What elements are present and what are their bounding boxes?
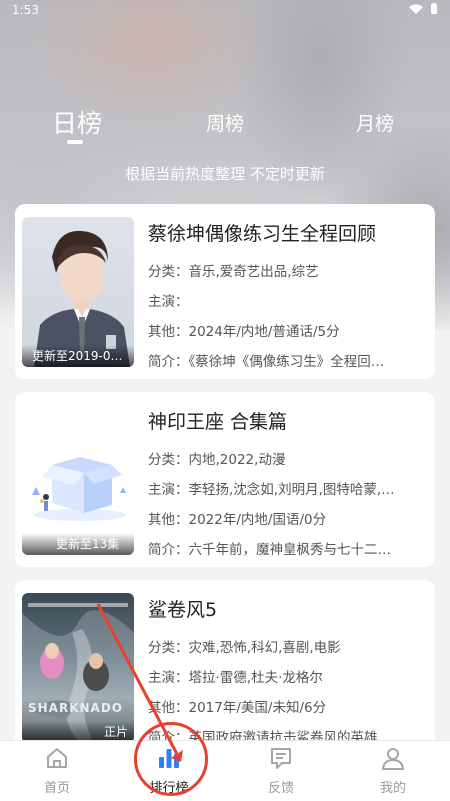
status-bar: 1:53 (0, 0, 450, 22)
poster-caption: 更新至2019-0… (22, 345, 134, 367)
item-info: 鲨卷风5 分类：灾难,恐怖,科幻,喜剧,电影 主演：塔拉·雷德,杜夫·龙格尔 其… (148, 595, 423, 744)
item-category: 分类：内地,2022,动漫 (148, 452, 286, 466)
tab-ranking-label: 排行榜 (149, 781, 189, 796)
poster-logo-text: SHARKNADO (28, 701, 124, 715)
tab-daily[interactable]: 日榜 (52, 104, 102, 140)
tab-home-label: 首页 (43, 781, 70, 796)
home-icon (47, 748, 67, 768)
bar-chart-icon (159, 749, 179, 768)
battery-icon (431, 3, 437, 14)
item-info: 蔡徐坤偶像练习生全程回顾 分类：音乐,爱奇艺出品,综艺 主演： 其他：2024年… (148, 219, 423, 368)
list-item[interactable]: 更新至2019-0… 蔡徐坤偶像练习生全程回顾 分类：音乐,爱奇艺出品,综艺 主… (15, 204, 435, 379)
poster-caption: 更新至13集 (22, 533, 134, 555)
item-title: 蔡徐坤偶像练习生全程回顾 (148, 223, 377, 245)
tab-home[interactable]: 首页 (17, 745, 97, 796)
tab-weekly[interactable]: 周榜 (206, 109, 244, 136)
bottom-tab-bar: 首页 排行榜 反馈 我的 (0, 740, 450, 801)
tab-monthly[interactable]: 月榜 (356, 109, 394, 136)
tab-ranking[interactable]: 排行榜 (129, 745, 209, 796)
status-icons (409, 3, 438, 18)
poster-image: SHARKNADO 正片 (22, 593, 134, 743)
item-category: 分类：灾难,恐怖,科幻,喜剧,电影 (148, 640, 341, 654)
ranking-subtitle: 根据当前热度整理 不定时更新 (125, 165, 325, 183)
tab-mine[interactable]: 我的 (353, 745, 433, 796)
item-other: 其他：2017年/美国/未知/6分 (148, 700, 327, 714)
item-intro: 简介：六千年前，魔神皇枫秀与七十二… (148, 542, 391, 556)
item-cast: 主演：李轻扬,沈念如,刘明月,图特哈蒙,… (148, 482, 395, 496)
item-other: 其他：2022年/内地/国语/0分 (148, 512, 327, 526)
poster-image: 更新至13集 (22, 405, 134, 555)
item-other: 其他：2024年/内地/普通话/5分 (148, 324, 340, 338)
item-title: 神印王座 合集篇 (148, 411, 288, 433)
feedback-icon (271, 748, 291, 769)
tab-feedback[interactable]: 反馈 (241, 745, 321, 796)
item-category: 分类：音乐,爱奇艺出品,综艺 (148, 264, 319, 278)
active-tab-indicator (67, 140, 83, 144)
item-info: 神印王座 合集篇 分类：内地,2022,动漫 主演：李轻扬,沈念如,刘明月,图特… (148, 407, 423, 556)
list-item[interactable]: SHARKNADO 正片 鲨卷风5 分类：灾难,恐怖,科幻,喜剧,电影 主演：塔… (15, 580, 435, 755)
list-item[interactable]: 更新至13集 神印王座 合集篇 分类：内地,2022,动漫 主演：李轻扬,沈念如… (15, 392, 435, 567)
item-cast: 主演：塔拉·雷德,杜夫·龙格尔 (148, 670, 323, 684)
tab-mine-label: 我的 (379, 781, 406, 796)
item-cast: 主演： (148, 294, 189, 308)
user-icon (382, 748, 404, 770)
item-title: 鲨卷风5 (148, 599, 218, 621)
tab-feedback-label: 反馈 (267, 781, 294, 796)
rank-tabs: 日榜 周榜 月榜 (0, 100, 450, 150)
item-intro: 简介：《蔡徐坤《偶像练习生》全程回… (148, 354, 385, 368)
wifi-icon (409, 4, 424, 14)
poster-image: 更新至2019-0… (22, 217, 134, 367)
status-time: 1:53 (12, 3, 39, 17)
